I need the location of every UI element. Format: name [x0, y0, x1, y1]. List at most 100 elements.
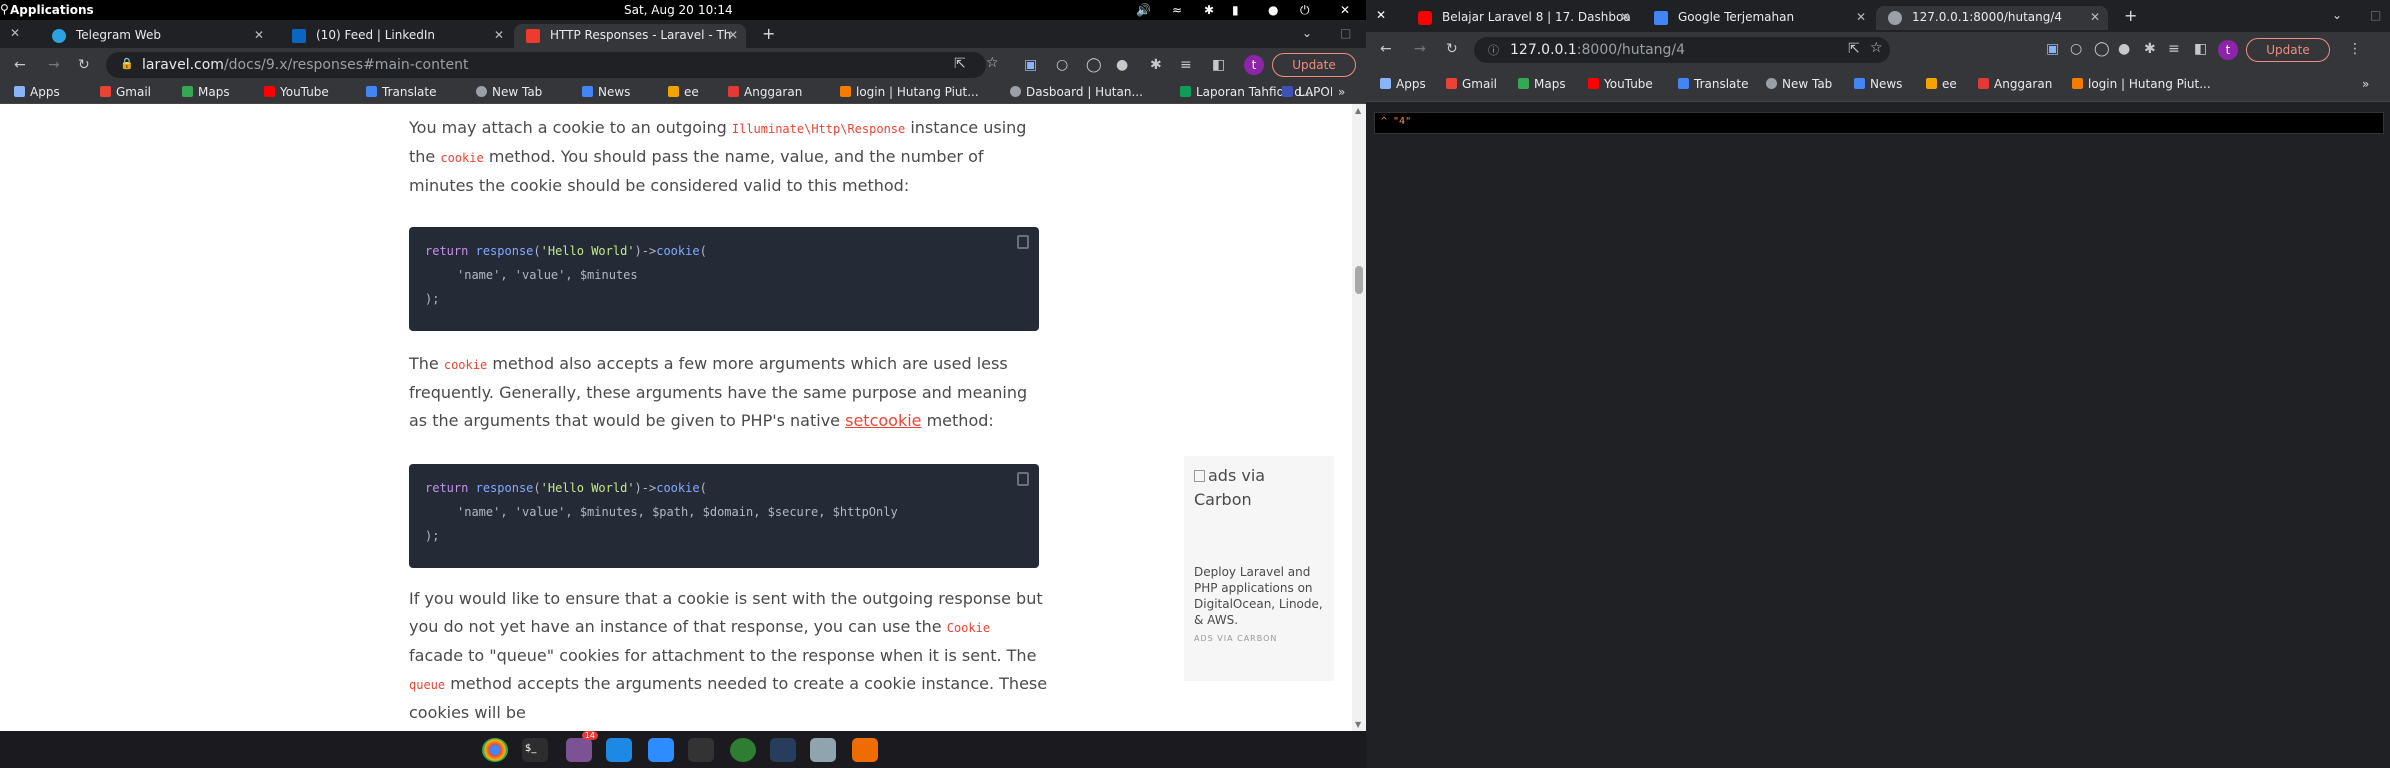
app-store-icon[interactable]: 14: [566, 731, 598, 762]
bookmark-anggaran[interactable]: Anggaran: [1978, 77, 2052, 91]
reading-list-icon[interactable]: ≡: [1180, 57, 1192, 73]
bookmark-gmail[interactable]: Gmail: [1446, 77, 1497, 91]
bluetooth-icon[interactable]: ✱: [1204, 3, 1214, 17]
bookmark-laporan-devisi[interactable]: LAPORAN DEVISI...: [1282, 85, 1332, 99]
extension-icon[interactable]: ●: [2118, 41, 2130, 57]
share-icon[interactable]: ⇱: [954, 56, 966, 72]
new-tab-button[interactable]: +: [2124, 6, 2137, 25]
tab-telegram[interactable]: Telegram Web ✕: [40, 24, 272, 48]
database-tool-icon[interactable]: [770, 738, 796, 762]
ad-footer[interactable]: ADS VIA CARBON: [1194, 634, 1277, 643]
clock-app-icon[interactable]: [730, 738, 756, 762]
notification-icon[interactable]: ●: [1268, 3, 1278, 17]
wifi-icon[interactable]: ≈: [1172, 3, 1182, 17]
bookmark-news[interactable]: News: [582, 85, 630, 99]
close-window-icon[interactable]: ✕: [1376, 8, 1386, 22]
vscode-icon[interactable]: [606, 738, 632, 762]
lock-icon[interactable]: 🔒: [120, 57, 134, 70]
image-viewer-icon[interactable]: [852, 738, 878, 762]
new-tab-button[interactable]: +: [762, 24, 775, 43]
bookmark-gmail[interactable]: Gmail: [100, 85, 151, 99]
extension-icon[interactable]: ●: [1116, 57, 1128, 73]
scrollbar-thumb[interactable]: [1355, 266, 1363, 294]
copy-clipboard-icon[interactable]: [1017, 472, 1029, 486]
bookmark-ee[interactable]: ee: [1926, 77, 1957, 91]
address-bar[interactable]: 🔒 laravel.com/docs/9.x/responses#main-co…: [106, 52, 999, 78]
tab-close-icon[interactable]: ✕: [254, 28, 264, 42]
puzzle-icon[interactable]: ✱: [2144, 41, 2156, 57]
reload-icon[interactable]: ↻: [78, 57, 90, 73]
bookmark-maps[interactable]: Maps: [1518, 77, 1566, 91]
tab-close-icon[interactable]: ✕: [494, 28, 504, 42]
bookmark-ee[interactable]: ee: [668, 85, 699, 99]
tab-close-icon[interactable]: ✕: [1620, 10, 1630, 24]
translate-extension-icon[interactable]: ▣: [2046, 41, 2059, 57]
back-icon[interactable]: ←: [1380, 41, 1392, 57]
terminal-icon[interactable]: $_: [522, 738, 548, 762]
translate-extension-icon[interactable]: ▣: [1024, 57, 1037, 73]
side-panel-icon[interactable]: ◧: [1212, 57, 1225, 73]
dump-output[interactable]: ^ "4": [1374, 112, 2384, 134]
address-bar[interactable]: ⓘ 127.0.0.1:8000/hutang/4 ⇱ ☆: [1474, 37, 1890, 63]
tab-google-translate[interactable]: Google Terjemahan ✕: [1642, 6, 1874, 30]
carbon-ad[interactable]: ads via Carbon Deploy Laravel and PHP ap…: [1184, 456, 1334, 681]
forward-icon[interactable]: →: [1414, 41, 1426, 57]
tab-search-icon[interactable]: ⌄: [2332, 8, 2342, 22]
share-icon[interactable]: ⇱: [1848, 41, 1860, 57]
bookmark-translate[interactable]: Translate: [1678, 77, 1749, 91]
extension-icon[interactable]: ○: [1056, 57, 1068, 73]
bookmark-youtube[interactable]: YouTube: [264, 85, 329, 99]
bookmark-star-icon[interactable]: ☆: [1870, 40, 1883, 56]
power-icon[interactable]: ⏻: [1300, 3, 1310, 18]
bookmark-new-tab[interactable]: New Tab: [1766, 77, 1832, 91]
update-button[interactable]: Update: [2246, 38, 2330, 62]
volume-icon[interactable]: 🔊: [1136, 3, 1151, 17]
info-icon[interactable]: ⓘ: [1488, 42, 1499, 58]
window-button[interactable]: □: [1340, 26, 1351, 40]
files-icon[interactable]: [810, 738, 836, 762]
copy-clipboard-icon[interactable]: [1017, 235, 1029, 249]
tab-laravel-active[interactable]: HTTP Responses - Laravel - Th ✕: [514, 24, 746, 48]
extension-icon[interactable]: ○: [2070, 41, 2082, 57]
zoom-icon[interactable]: [648, 738, 674, 762]
screenshot-icon[interactable]: [688, 738, 714, 762]
bookmark-anggaran[interactable]: Anggaran: [728, 85, 802, 99]
update-button[interactable]: Update: [1272, 53, 1356, 77]
scroll-up-arrow-icon[interactable]: ▲: [1355, 106, 1361, 115]
bookmark-translate[interactable]: Translate: [366, 85, 437, 99]
close-window-icon[interactable]: ✕: [10, 26, 20, 40]
tab-close-icon[interactable]: ✕: [1856, 10, 1866, 24]
page-scrollbar[interactable]: ▲ ▼: [1352, 104, 1366, 731]
extension-icon[interactable]: ◯: [2094, 41, 2110, 57]
setcookie-link[interactable]: setcookie: [845, 411, 921, 430]
tab-youtube[interactable]: Belajar Laravel 8 | 17. Dashboa ✕: [1406, 6, 1638, 30]
back-icon[interactable]: ←: [14, 57, 26, 73]
bookmark-login-hutang[interactable]: login | Hutang Piut...: [2072, 77, 2211, 91]
bookmark-youtube[interactable]: YouTube: [1588, 77, 1653, 91]
menu-kebab-icon[interactable]: ⋮: [2348, 41, 2362, 57]
applications-menu[interactable]: Applications: [10, 3, 94, 17]
clock-time[interactable]: 10:14: [698, 3, 733, 17]
tab-localhost-active[interactable]: 127.0.0.1:8000/hutang/4 ✕: [1876, 6, 2108, 30]
battery-icon[interactable]: ▮: [1232, 3, 1239, 17]
tab-linkedin[interactable]: (10) Feed | LinkedIn ✕: [280, 24, 512, 48]
bookmark-dasboard[interactable]: Dasboard | Hutan...: [1010, 85, 1143, 99]
window-button[interactable]: □: [2370, 8, 2381, 22]
reading-list-icon[interactable]: ≡: [2168, 41, 2180, 57]
more-bookmarks-icon[interactable]: »: [2362, 77, 2369, 91]
bookmark-login-hutang[interactable]: login | Hutang Piut...: [840, 85, 979, 99]
scroll-down-arrow-icon[interactable]: ▼: [1355, 720, 1361, 729]
bookmark-news[interactable]: News: [1854, 77, 1902, 91]
puzzle-icon[interactable]: ✱: [1150, 57, 1162, 73]
chrome-icon[interactable]: [482, 738, 508, 762]
reload-icon[interactable]: ↻: [1446, 41, 1458, 57]
bookmark-maps[interactable]: Maps: [182, 85, 230, 99]
tab-search-icon[interactable]: ⌄: [1302, 26, 1312, 40]
close-icon[interactable]: ✕: [1340, 3, 1350, 17]
ad-text[interactable]: Deploy Laravel and PHP applications on D…: [1194, 564, 1326, 628]
bookmark-apps[interactable]: Apps: [1380, 77, 1426, 91]
bookmark-apps[interactable]: Apps: [14, 85, 60, 99]
bookmark-new-tab[interactable]: New Tab: [476, 85, 542, 99]
more-bookmarks-icon[interactable]: »: [1338, 85, 1345, 99]
profile-avatar[interactable]: t: [2218, 40, 2238, 60]
